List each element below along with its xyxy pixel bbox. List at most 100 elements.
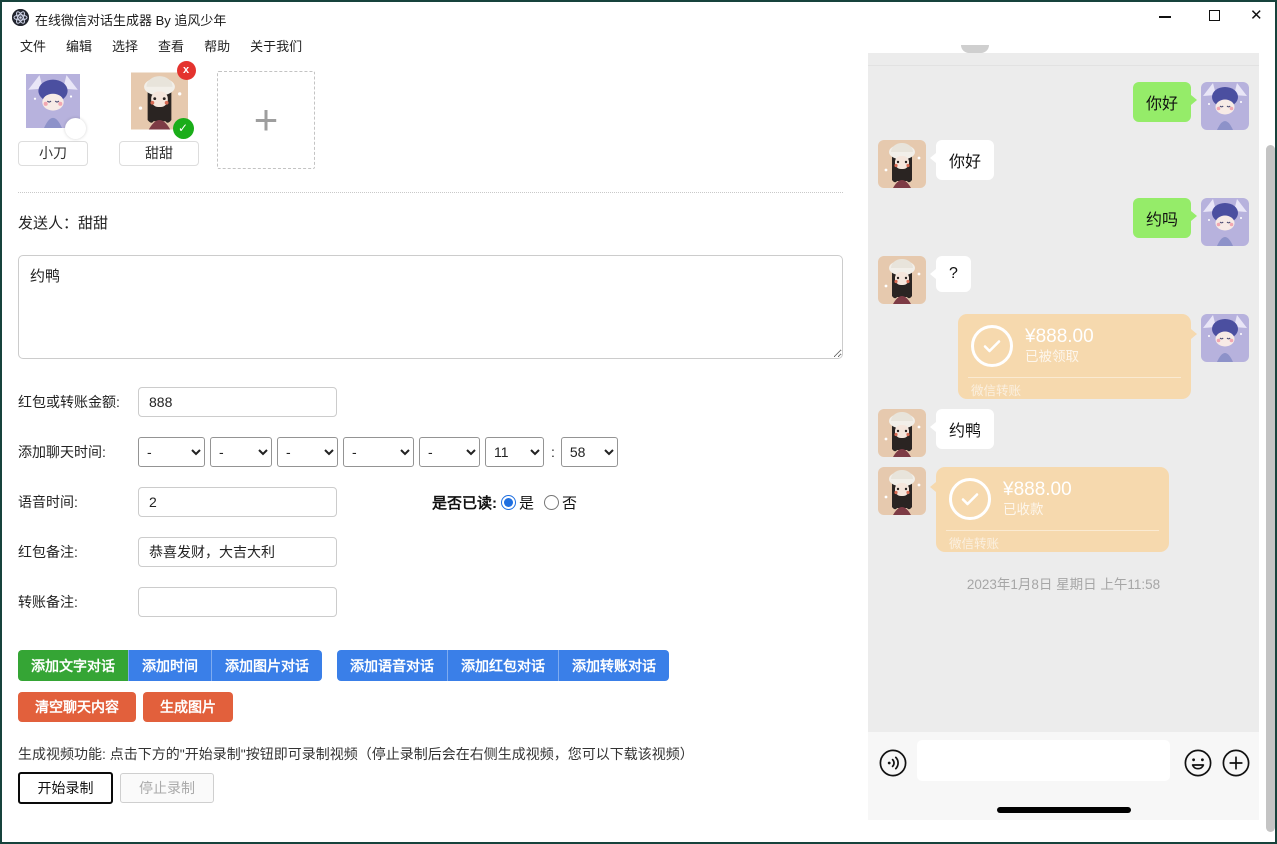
maximize-icon xyxy=(1209,10,1220,21)
minimize-icon xyxy=(1159,16,1171,18)
chat-bubble[interactable]: 约吗 xyxy=(1133,198,1191,238)
voice-duration-input[interactable] xyxy=(138,487,337,517)
read-status-group: 是否已读: 是否 xyxy=(432,492,587,513)
time-select-1[interactable]: - xyxy=(138,437,205,467)
character-card-tiantian[interactable]: x✓ 甜甜 xyxy=(119,70,199,166)
menu-item-4[interactable]: 查看 xyxy=(148,33,194,58)
stop-record-button[interactable]: 停止录制 xyxy=(120,773,214,803)
character-name: 小刀 xyxy=(18,141,88,166)
add-button-3[interactable]: 添加图片对话 xyxy=(211,650,322,681)
transfer-type-label: 微信转账 xyxy=(971,380,1021,399)
remove-character-icon[interactable]: x xyxy=(177,61,196,80)
danger-button-2[interactable]: 生成图片 xyxy=(143,692,233,722)
add-buttons-row: 添加文字对话添加时间添加图片对话 添加语音对话添加红包对话添加转账对话 xyxy=(18,650,684,681)
danger-button-1[interactable]: 清空聊天内容 xyxy=(18,692,136,722)
redpacket-note-input[interactable] xyxy=(138,537,337,567)
time-row: 添加聊天时间: -----11:58 xyxy=(18,437,623,467)
attach-plus-icon[interactable] xyxy=(1222,749,1250,777)
read-option-no[interactable]: 否 xyxy=(544,492,577,513)
chat-avatar-tiantian xyxy=(878,409,926,457)
transfer-check-icon xyxy=(949,478,991,520)
read-status-label: 是否已读: xyxy=(432,492,497,513)
add-button2-1[interactable]: 添加语音对话 xyxy=(337,650,447,681)
chat-avatar-tiantian xyxy=(878,256,926,304)
menu-item-5[interactable]: 帮助 xyxy=(194,33,240,58)
close-icon: ✕ xyxy=(1250,6,1263,24)
chat-avatar-tiantian xyxy=(878,467,926,515)
chat-bubble[interactable]: 你好 xyxy=(936,140,994,180)
close-button[interactable]: ✕ xyxy=(1242,2,1276,30)
start-record-button[interactable]: 开始录制 xyxy=(18,772,113,804)
character-name: 甜甜 xyxy=(119,141,199,166)
video-help-text: 生成视频功能: 点击下方的"开始录制"按钮即可录制视频（停止录制后会在右侧生成视… xyxy=(18,744,694,764)
amount-label: 红包或转账金额: xyxy=(18,392,138,412)
transfer-card[interactable]: ¥888.00已收款微信转账 xyxy=(936,467,1169,552)
transfer-type-label: 微信转账 xyxy=(949,533,999,552)
transfer-card[interactable]: ¥888.00已被领取微信转账 xyxy=(958,314,1191,399)
transfer-status: 已被领取 xyxy=(1025,348,1094,366)
add-button-2[interactable]: 添加时间 xyxy=(128,650,211,681)
time-select-3[interactable]: - xyxy=(277,437,338,467)
section-divider xyxy=(18,192,843,193)
scrolled-avatar-peek xyxy=(961,45,989,53)
transfer-card-top: ¥888.00已被领取 xyxy=(958,314,1191,367)
transfer-check-icon xyxy=(971,325,1013,367)
transfer-amount: ¥888.00 xyxy=(1025,326,1094,348)
menu-item-3[interactable]: 选择 xyxy=(102,33,148,58)
time-select-2[interactable]: - xyxy=(210,437,272,467)
chat-bubble[interactable]: 你好 xyxy=(1133,82,1191,122)
add-button2-2[interactable]: 添加红包对话 xyxy=(447,650,558,681)
minute-select[interactable]: 58 xyxy=(561,437,618,467)
emoji-icon[interactable] xyxy=(1184,749,1212,777)
home-indicator xyxy=(997,807,1131,813)
read-radio-yes[interactable] xyxy=(501,495,516,510)
transfer-texts: ¥888.00已收款 xyxy=(1003,479,1072,519)
voice-icon[interactable] xyxy=(879,749,907,777)
voice-duration-label: 语音时间: xyxy=(18,492,138,512)
chat-area[interactable]: 你好你好约吗?¥888.00已被领取微信转账约鸭¥888.00已收款微信转账20… xyxy=(868,53,1259,732)
chat-avatar-tiantian xyxy=(878,140,926,188)
add-button-1[interactable]: 添加文字对话 xyxy=(18,650,128,681)
chat-bubble[interactable]: ? xyxy=(936,256,971,292)
chat-bubble[interactable]: 约鸭 xyxy=(936,409,994,449)
time-select-5[interactable]: - xyxy=(419,437,480,467)
unselected-circle-icon[interactable] xyxy=(65,118,86,139)
menu-item-2[interactable]: 编辑 xyxy=(56,33,102,58)
chat-message-row: ¥888.00已收款微信转账 xyxy=(878,467,1249,552)
transfer-card-top: ¥888.00已收款 xyxy=(936,467,1169,520)
character-card-xiaodao[interactable]: 小刀 xyxy=(18,70,88,166)
read-radio-no[interactable] xyxy=(544,495,559,510)
editor-panel: 小刀x✓甜甜+ 发送人：甜甜 红包或转账金额: 添加聊天时间: -----11:… xyxy=(18,57,845,842)
menu-item-6[interactable]: 关于我们 xyxy=(240,33,312,58)
time-select-6[interactable]: 11 xyxy=(485,437,544,467)
maximize-button[interactable] xyxy=(1198,2,1232,30)
chat-avatar-xiaodao xyxy=(1201,82,1249,130)
chat-message-row: ? xyxy=(878,256,1249,304)
transfer-divider xyxy=(968,377,1181,378)
add-button2-3[interactable]: 添加转账对话 xyxy=(558,650,669,681)
time-select-4[interactable]: - xyxy=(343,437,414,467)
chat-message-input[interactable] xyxy=(917,740,1170,781)
character-avatar-xiaodao xyxy=(26,70,80,132)
character-avatar-tiantian: x✓ xyxy=(131,70,188,132)
minimize-button[interactable] xyxy=(1148,2,1182,30)
message-textarea[interactable] xyxy=(18,255,843,359)
time-colon: : xyxy=(551,444,555,460)
chat-message-row: 约鸭 xyxy=(878,409,1249,457)
chat-timestamp: 2023年1月8日 星期日 上午11:58 xyxy=(878,573,1249,593)
menu-bar: 文件编辑选择查看帮助关于我们 xyxy=(2,32,862,58)
vertical-scrollbar[interactable] xyxy=(1266,145,1275,832)
selected-check-icon[interactable]: ✓ xyxy=(173,118,194,139)
window-title: 在线微信对话生成器 By 追风少年 xyxy=(35,10,226,29)
transfer-note-input[interactable] xyxy=(138,587,337,617)
transfer-texts: ¥888.00已被领取 xyxy=(1025,326,1094,366)
add-character-button[interactable]: + xyxy=(217,71,315,169)
menu-item-1[interactable]: 文件 xyxy=(10,33,56,58)
transfer-amount: ¥888.00 xyxy=(1003,479,1072,501)
app-icon xyxy=(12,9,29,26)
record-row: 开始录制 停止录制 xyxy=(18,772,214,804)
amount-input[interactable] xyxy=(138,387,337,417)
read-option-yes[interactable]: 是 xyxy=(501,492,534,513)
chat-message-row: ¥888.00已被领取微信转账 xyxy=(878,314,1249,399)
transfer-note-label: 转账备注: xyxy=(18,592,138,612)
